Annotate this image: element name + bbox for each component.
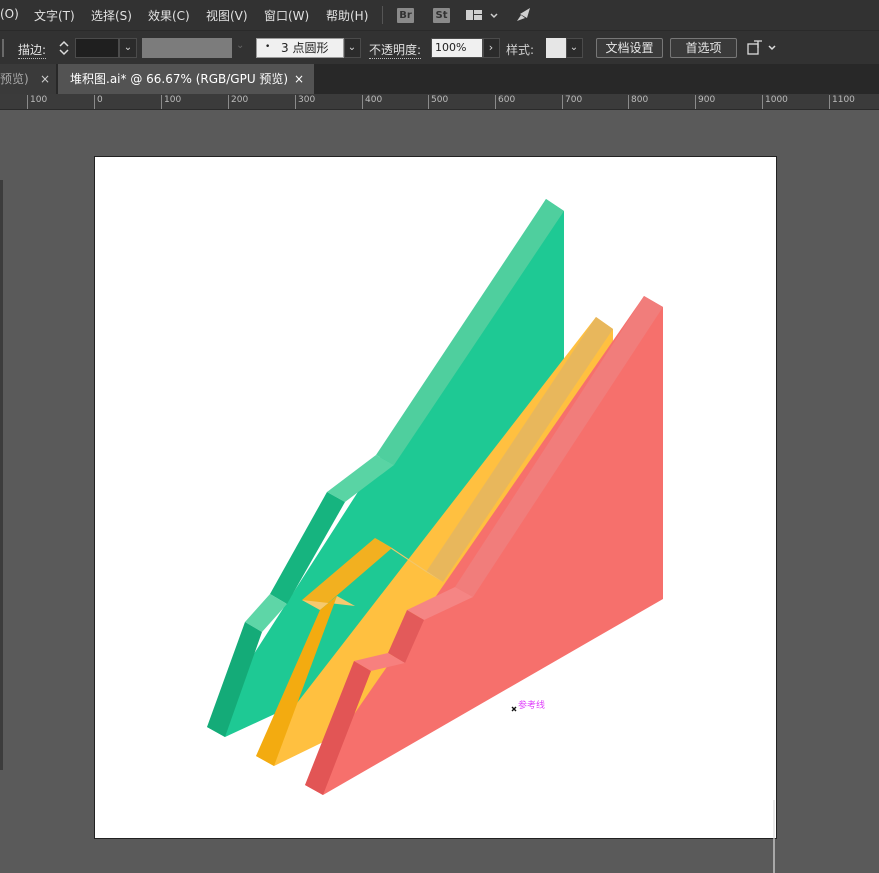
artboard[interactable]: 参考线 xyxy=(95,157,776,838)
menu-help[interactable]: 帮助(H) xyxy=(326,7,368,24)
ruler-label: 1100 xyxy=(832,95,855,105)
guide-label: 参考线 xyxy=(518,699,545,711)
style-swatch[interactable] xyxy=(546,38,566,58)
ruler-label: 100 xyxy=(164,95,182,105)
menu-divider xyxy=(382,6,383,24)
horizontal-ruler[interactable]: 100 0 100 200 300 400 500 600 700 800 90… xyxy=(0,94,879,110)
menu-type[interactable]: 文字(T) xyxy=(34,7,75,24)
ruler-label: 100 xyxy=(30,95,48,105)
stroke-weight-dropdown[interactable]: ⌄ xyxy=(119,38,137,58)
tab-active-document[interactable]: 堆积图.ai* @ 66.67% (RGB/GPU 预览) × xyxy=(58,64,314,94)
stock-button[interactable]: St xyxy=(433,8,450,23)
tab-label: 堆积图.ai* @ 66.67% (RGB/GPU 预览) xyxy=(70,72,289,86)
brush-dot-icon: • xyxy=(265,42,271,52)
ruler-label: 0 xyxy=(97,95,103,105)
guide-marker-icon xyxy=(511,706,517,712)
ruler-label: 800 xyxy=(631,95,649,105)
ruler-label: 600 xyxy=(498,95,516,105)
tab-label: 预览) xyxy=(0,72,29,86)
variable-width-profile[interactable] xyxy=(142,38,232,58)
style-label: 样式: xyxy=(506,43,535,57)
ruler-label: 400 xyxy=(365,95,383,105)
close-icon[interactable]: × xyxy=(40,64,50,94)
bridge-button[interactable]: Br xyxy=(397,8,414,23)
ruler-label: 1000 xyxy=(765,95,788,105)
menu-select[interactable]: 选择(S) xyxy=(91,7,132,24)
opacity-arrow[interactable]: › xyxy=(483,38,500,58)
left-panel-edge xyxy=(0,180,3,770)
stroke-stepper-icon[interactable] xyxy=(58,38,70,62)
menu-object[interactable]: (O) xyxy=(0,7,19,21)
tab-previous-document[interactable]: 预览) × xyxy=(0,64,56,94)
document-setup-button[interactable]: 文档设置 xyxy=(596,38,663,58)
menu-effect[interactable]: 效果(C) xyxy=(148,7,190,24)
profile-dropdown-icon: ⌄ xyxy=(236,40,245,51)
control-bar: 描边: ⌄ ⌄ • 3 点圆形 ⌄ 不透明度: 100% › 样式: ⌄ 文档设… xyxy=(0,30,879,65)
artboard-edge-cursor xyxy=(773,800,775,873)
ruler-label: 900 xyxy=(698,95,716,105)
ruler-label: 200 xyxy=(231,95,249,105)
brush-value: 3 点圆形 xyxy=(281,41,329,55)
brush-definition-field[interactable]: • 3 点圆形 xyxy=(256,38,344,58)
chevron-down-icon: ⌄ xyxy=(347,42,357,53)
ruler-label: 700 xyxy=(565,95,583,105)
workspace-switcher-icon[interactable] xyxy=(466,8,500,27)
ruler-label: 500 xyxy=(431,95,449,105)
opacity-label[interactable]: 不透明度: xyxy=(369,41,422,59)
chevron-down-icon: ⌄ xyxy=(569,42,579,53)
isometric-stacked-area-artwork[interactable]: 参考线 xyxy=(95,157,776,838)
document-tab-bar: 预览) × 堆积图.ai* @ 66.67% (RGB/GPU 预览) × xyxy=(0,64,879,94)
preferences-button[interactable]: 首选项 xyxy=(670,38,737,58)
brush-dropdown[interactable]: ⌄ xyxy=(344,38,361,58)
stroke-weight-field[interactable] xyxy=(75,38,119,58)
ruler-label: 300 xyxy=(298,95,316,105)
menu-window[interactable]: 窗口(W) xyxy=(264,7,309,24)
gpu-rocket-icon[interactable] xyxy=(515,6,533,27)
chevron-right-icon: › xyxy=(488,41,494,54)
opacity-input[interactable]: 100% xyxy=(431,38,483,58)
chevron-down-icon: ⌄ xyxy=(123,42,133,53)
menu-view[interactable]: 视图(V) xyxy=(206,7,248,24)
style-dropdown[interactable]: ⌄ xyxy=(566,38,583,58)
menu-bar: (O) 文字(T) 选择(S) 效果(C) 视图(V) 窗口(W) 帮助(H) … xyxy=(0,0,879,30)
stroke-label[interactable]: 描边: xyxy=(18,41,47,59)
transform-icon[interactable] xyxy=(746,39,778,61)
grip-handle[interactable] xyxy=(2,39,4,57)
close-icon[interactable]: × xyxy=(294,64,304,94)
